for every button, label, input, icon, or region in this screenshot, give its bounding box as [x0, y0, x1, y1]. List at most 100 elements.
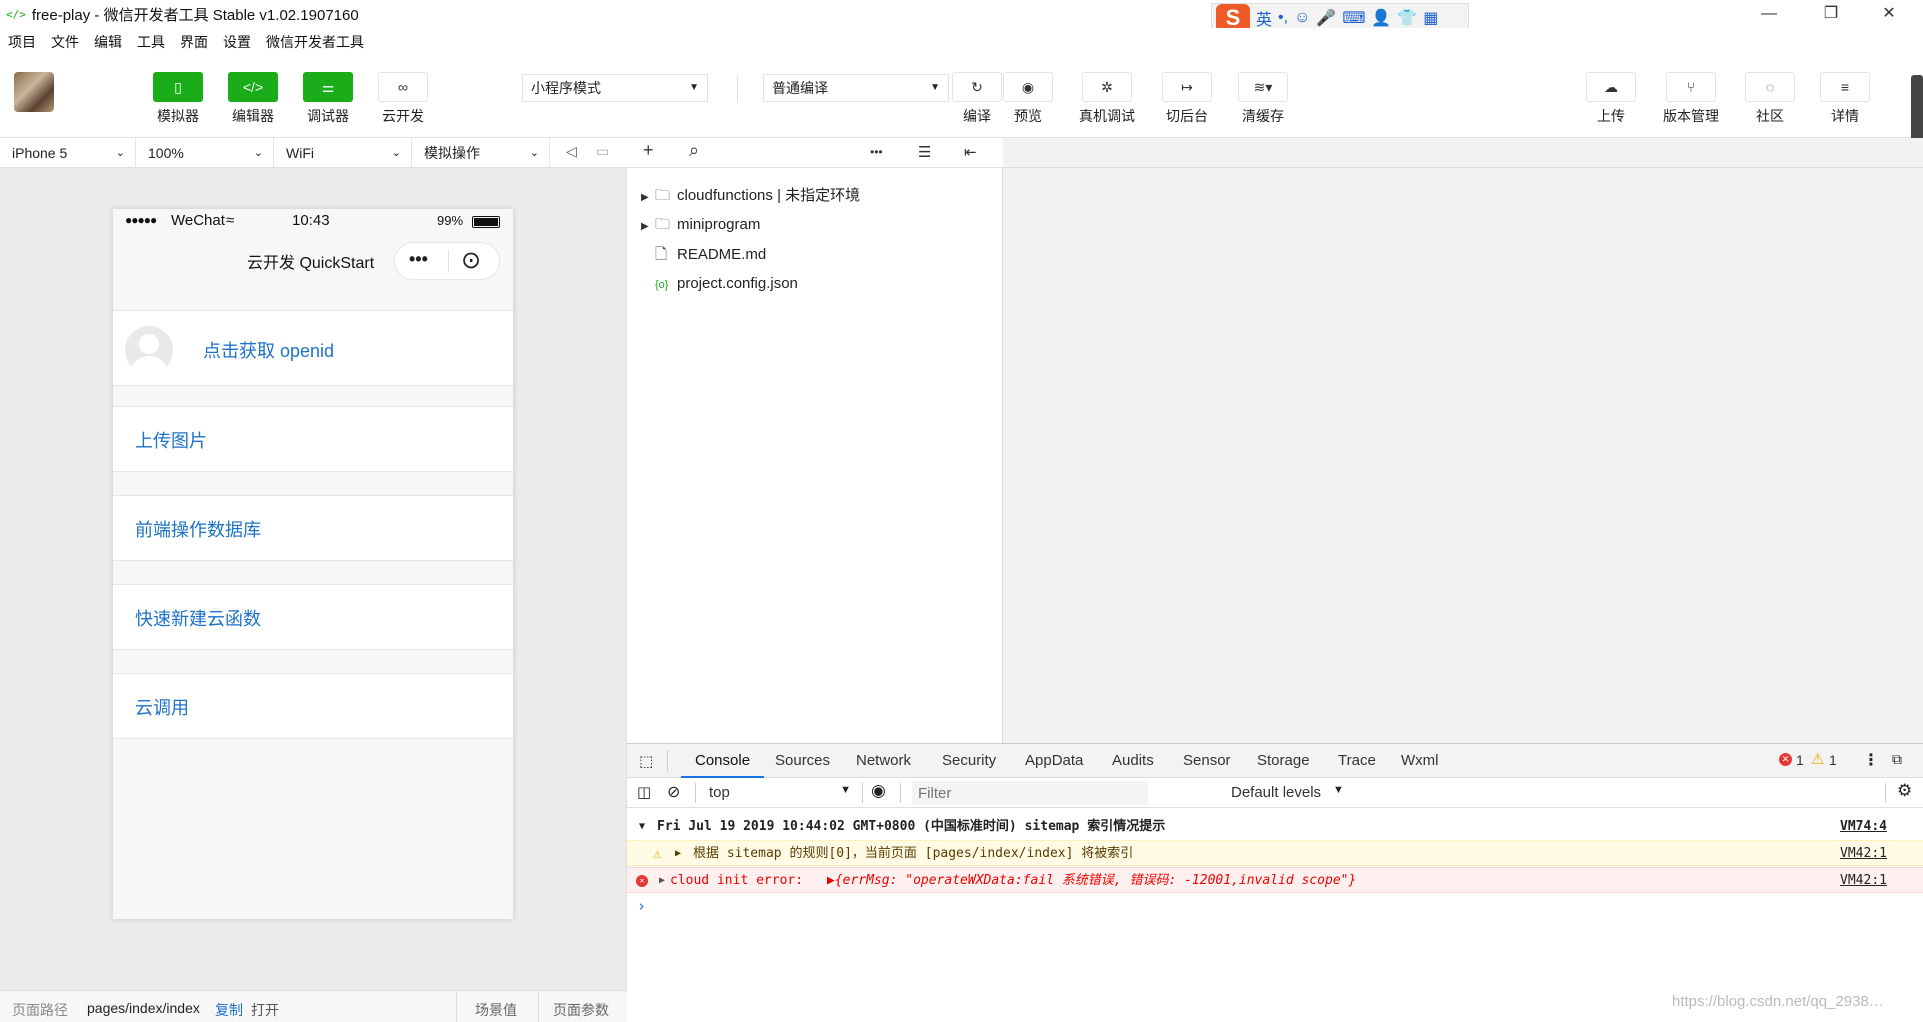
menu-card-database[interactable]: 前端操作数据库	[113, 495, 513, 561]
add-icon[interactable]: +	[643, 140, 654, 161]
phone-simulator[interactable]: ●●●●● WeChat ≈ 10:43 99% 云开发 QuickStart …	[113, 209, 513, 919]
device-select[interactable]: iPhone 5 ⌄	[0, 138, 136, 168]
tab-network[interactable]: Network	[856, 744, 911, 778]
undock-icon[interactable]: ⧉	[1892, 751, 1902, 768]
tab-wxml[interactable]: Wxml	[1401, 744, 1439, 778]
mode-select[interactable]: 小程序模式 ▼	[522, 74, 708, 102]
scene-value-button[interactable]: 场景值	[475, 1000, 517, 1020]
sound-icon[interactable]: ◁	[566, 143, 577, 160]
menu-settings[interactable]: 设置	[223, 32, 251, 52]
tree-item-cloudfunctions[interactable]: ▶ 🗀 cloudfunctions | 未指定环境	[641, 183, 860, 209]
console-filter-input[interactable]	[912, 781, 1148, 805]
more-icon[interactable]: •••	[870, 145, 883, 159]
preview-button[interactable]: ◉ 预览	[998, 72, 1058, 126]
database-link[interactable]: 前端操作数据库	[135, 516, 261, 542]
menu-view[interactable]: 界面	[180, 32, 208, 52]
log-levels-select[interactable]: Default levels ▼	[1231, 781, 1351, 805]
inspect-element-icon[interactable]: ⬚	[639, 752, 653, 770]
tree-item-miniprogram[interactable]: ▶ 🗀 miniprogram	[641, 212, 760, 238]
ime-lang-button[interactable]: 英	[1256, 6, 1272, 30]
details-button[interactable]: ≡ 详情	[1815, 72, 1875, 126]
upload-button[interactable]: ☁ 上传	[1581, 72, 1641, 126]
expand-arrow-icon[interactable]: ▶	[641, 185, 655, 211]
cloud-dev-button[interactable]: ∞ 云开发	[373, 72, 433, 126]
tree-item-readme[interactable]: 🗋 README.md	[641, 242, 766, 268]
open-path-link[interactable]: 打开	[251, 1000, 279, 1020]
editor-area[interactable]	[1003, 168, 1923, 743]
kebab-menu-icon[interactable]: ⋮	[1863, 750, 1879, 770]
warning-count[interactable]: 1	[1829, 752, 1837, 768]
menu-edit[interactable]: 编辑	[94, 32, 122, 52]
operation-select[interactable]: 模拟操作 ⌄	[412, 138, 550, 168]
menu-project[interactable]: 项目	[8, 32, 36, 52]
menu-wechat-devtools[interactable]: 微信开发者工具	[266, 32, 364, 52]
tab-appdata[interactable]: AppData	[1025, 744, 1083, 778]
tab-console[interactable]: Console	[681, 744, 765, 778]
console-group-line[interactable]: ▼ Fri Jul 19 2019 10:44:02 GMT+0800 (中国标…	[627, 814, 1923, 840]
network-select[interactable]: WiFi ⌄	[274, 138, 412, 168]
debugger-toggle-button[interactable]: ⚌ 调试器	[298, 72, 358, 126]
zoom-select[interactable]: 100% ⌄	[136, 138, 274, 168]
close-mini-program-icon[interactable]: ⊙	[461, 246, 481, 275]
expand-arrow-icon[interactable]: ▶	[641, 214, 655, 240]
eye-icon[interactable]: ◉	[871, 781, 886, 801]
restore-button[interactable]: ❐	[1806, 0, 1856, 28]
tab-trace[interactable]: Trace	[1338, 744, 1376, 778]
menu-card-cloud-call[interactable]: 云调用	[113, 673, 513, 739]
collapse-all-icon[interactable]: ☰	[918, 143, 931, 161]
tab-sources[interactable]: Sources	[775, 744, 830, 778]
user-avatar[interactable]	[14, 72, 54, 112]
ime-keyboard-icon[interactable]: ⌨	[1342, 8, 1365, 28]
ime-menu-icon[interactable]: ▦	[1423, 8, 1438, 28]
page-params-button[interactable]: 页面参数	[553, 1000, 609, 1020]
minimize-button[interactable]: —	[1744, 0, 1794, 28]
upload-image-link[interactable]: 上传图片	[135, 427, 207, 453]
clear-console-icon[interactable]: ⊘	[667, 782, 680, 802]
menu-card-upload[interactable]: 上传图片	[113, 406, 513, 472]
community-button[interactable]: ◌ 社区	[1740, 72, 1800, 126]
tab-storage[interactable]: Storage	[1257, 744, 1310, 778]
console-settings-gear-icon[interactable]: ⚙	[1897, 781, 1912, 801]
get-openid-link[interactable]: 点击获取 openid	[203, 337, 334, 363]
ime-user-icon[interactable]: 👤	[1371, 8, 1391, 28]
tab-sensor[interactable]: Sensor	[1183, 744, 1231, 778]
version-control-button[interactable]: ⑂ 版本管理	[1661, 72, 1721, 126]
expand-arrow-icon[interactable]: ▶	[675, 841, 681, 867]
sidebar-toggle-icon[interactable]: ◫	[637, 783, 651, 801]
console-warning-line[interactable]: ⚠ ▶ 根据 sitemap 的规则[0]，当前页面 [pages/index/…	[627, 840, 1923, 866]
source-link[interactable]: VM42:1	[1840, 841, 1887, 867]
copy-path-link[interactable]: 复制	[215, 1000, 243, 1020]
console-error-line[interactable]: ✕ ▶ cloud init error: ▶{errMsg: "operate…	[627, 867, 1923, 893]
context-select[interactable]: top ▼	[701, 781, 859, 805]
tree-item-project-config[interactable]: {o} project.config.json	[641, 271, 798, 297]
ime-punct-icon[interactable]: •,	[1278, 9, 1288, 27]
close-button[interactable]: ✕	[1864, 0, 1914, 28]
remote-debug-button[interactable]: ✲ 真机调试	[1077, 72, 1137, 126]
clear-cache-button[interactable]: ≋▾ 清缓存	[1233, 72, 1293, 126]
simulator-toggle-button[interactable]: ▯ 模拟器	[148, 72, 208, 126]
collapse-arrow-icon[interactable]: ▼	[639, 814, 645, 840]
split-panel-icon[interactable]: ⇤	[964, 143, 977, 161]
console-error-detail[interactable]: ▶{errMsg: "operateWXData:fail 系统错误, 错误码:…	[827, 868, 1356, 894]
ime-skin-icon[interactable]: 👕	[1397, 8, 1417, 28]
menu-tools[interactable]: 工具	[137, 32, 165, 52]
tab-audits[interactable]: Audits	[1112, 744, 1154, 778]
expand-arrow-icon[interactable]: ▶	[659, 868, 665, 894]
cloud-call-link[interactable]: 云调用	[135, 694, 189, 720]
ime-voice-icon[interactable]: 🎤	[1316, 8, 1336, 28]
source-link[interactable]: VM74:4	[1840, 814, 1887, 840]
menu-file[interactable]: 文件	[51, 32, 79, 52]
window-icon[interactable]: ▭	[596, 143, 609, 160]
background-button[interactable]: ↦ 切后台	[1157, 72, 1217, 126]
ime-emoji-icon[interactable]: ☺	[1294, 9, 1310, 27]
error-count[interactable]: 1	[1796, 752, 1804, 768]
editor-toggle-button[interactable]: </> 编辑器	[223, 72, 283, 126]
compile-select[interactable]: 普通编译 ▼	[763, 74, 949, 102]
console-prompt[interactable]: ›	[627, 893, 1923, 919]
more-icon[interactable]: •••	[409, 249, 428, 270]
search-icon[interactable]: ⌕	[689, 140, 699, 161]
new-cloud-function-link[interactable]: 快速新建云函数	[135, 605, 261, 631]
menu-card-cloud-function[interactable]: 快速新建云函数	[113, 584, 513, 650]
source-link[interactable]: VM42:1	[1840, 868, 1887, 894]
tab-security[interactable]: Security	[942, 744, 996, 778]
